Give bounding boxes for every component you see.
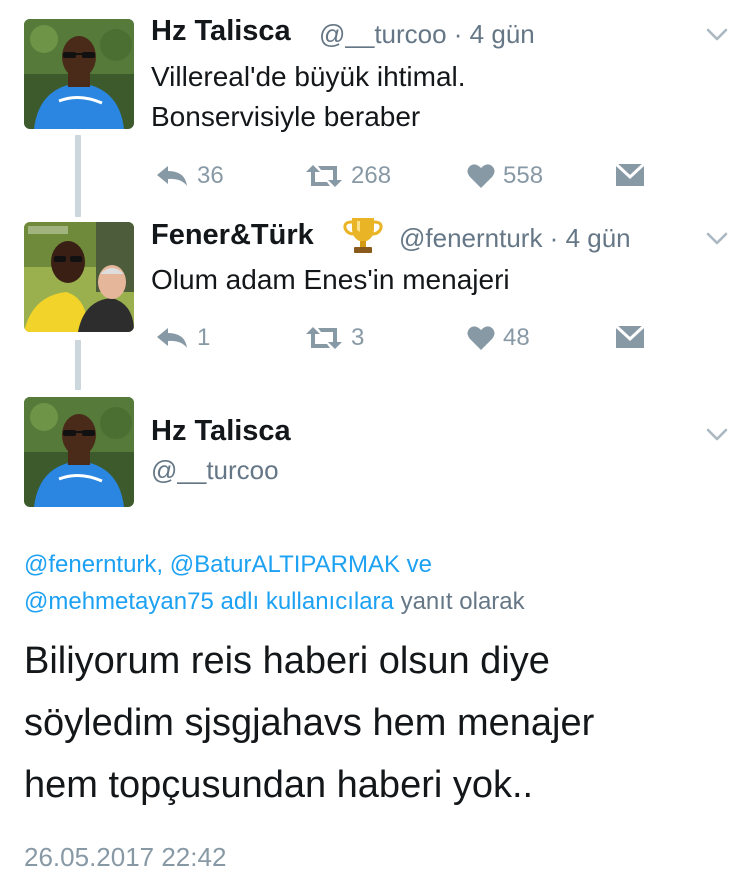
mention-link[interactable]: @fenernturk,	[24, 551, 163, 578]
direct-message-button[interactable]	[615, 162, 645, 188]
trophy-icon	[343, 218, 383, 253]
main-tweet-handle[interactable]: @__turcoo	[151, 455, 279, 486]
retweet-button[interactable]: 268	[305, 162, 391, 190]
main-tweet-author-name[interactable]: Hz Talisca	[151, 415, 291, 448]
tweet-author-name[interactable]: Fener&Türk	[151, 219, 314, 252]
direct-message-button[interactable]	[615, 324, 645, 350]
replying-suffix: yanıt olarak	[400, 588, 525, 615]
chevron-down-icon[interactable]	[706, 428, 728, 442]
avatar-talisca[interactable]	[24, 19, 134, 129]
tweet-handle-time[interactable]: @__turcoo · 4 gün	[319, 19, 535, 50]
reply-icon	[157, 166, 187, 186]
replying-and-word: ve	[406, 551, 432, 578]
thread-line-2	[75, 340, 81, 390]
mention-link[interactable]: @mehmetayan75 adlı kullanıcılara	[24, 588, 394, 615]
tweet-handle-time[interactable]: @fenernturk · 4 gün	[399, 223, 631, 254]
reply-button[interactable]: 1	[155, 324, 210, 352]
main-tweet-text: Biliyorum reis haberi olsun diye söyledi…	[24, 630, 734, 816]
reply-icon	[157, 328, 187, 348]
thread-line-1	[75, 135, 81, 217]
direct-message-icon	[615, 162, 645, 186]
like-count: 558	[503, 162, 544, 189]
avatar-talisca[interactable]	[24, 397, 134, 507]
retweet-button[interactable]: 3	[305, 324, 364, 352]
like-icon	[467, 326, 495, 350]
retweet-count: 268	[351, 162, 392, 189]
tweet-author-name[interactable]: Hz Talisca	[151, 15, 291, 48]
chevron-down-icon[interactable]	[706, 28, 728, 42]
main-tweet-text-line: hem topçusundan haberi yok..	[24, 764, 534, 806]
like-count: 48	[503, 324, 530, 351]
main-tweet-text-line: Biliyorum reis haberi olsun diye	[24, 640, 550, 682]
like-icon	[467, 164, 495, 188]
chevron-down-icon[interactable]	[706, 232, 728, 246]
retweet-icon	[306, 327, 342, 349]
mention-link[interactable]: @BaturALTIPARMAK	[170, 551, 400, 578]
main-tweet-text-line: söyledim sjsgjahavs hem menajer	[24, 702, 595, 744]
reply-count: 36	[197, 162, 224, 189]
tweet-text-line: Olum adam Enes'in menajeri	[151, 264, 510, 295]
reply-count: 1	[197, 324, 211, 351]
tweet-timestamp[interactable]: 26.05.2017 22:42	[24, 842, 226, 873]
tweet-text-line: Bonservisiyle beraber	[151, 101, 421, 132]
direct-message-icon	[615, 324, 645, 348]
avatar-fenerturk[interactable]	[24, 222, 134, 332]
tweet-text-line: Villereal'de büyük ihtimal.	[151, 61, 466, 92]
retweet-icon	[306, 165, 342, 187]
like-button[interactable]: 558	[467, 162, 543, 190]
replying-to: @fenernturk, @BaturALTIPARMAK ve @mehmet…	[24, 546, 525, 620]
like-button[interactable]: 48	[467, 324, 530, 352]
reply-button[interactable]: 36	[155, 162, 224, 190]
retweet-count: 3	[351, 324, 365, 351]
